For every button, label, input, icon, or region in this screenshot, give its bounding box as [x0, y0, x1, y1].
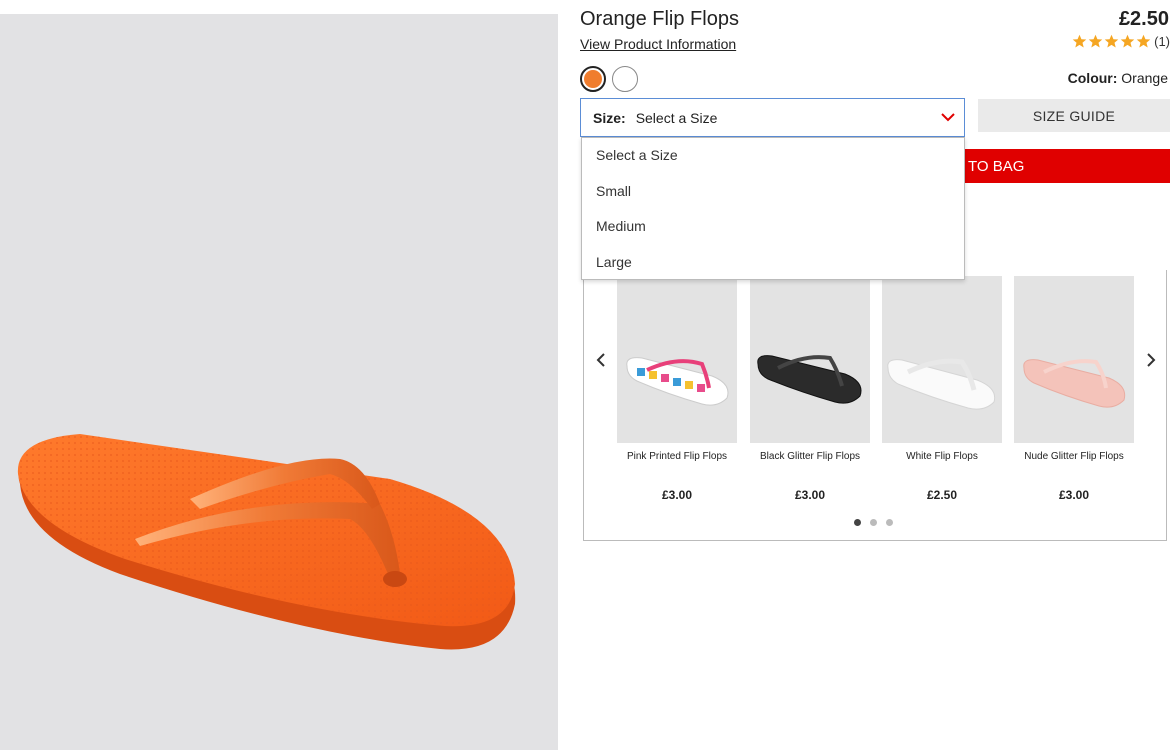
product-card-image[interactable]	[750, 276, 870, 443]
size-select-value: Select a Size	[635, 109, 718, 126]
chevron-down-icon	[941, 113, 955, 122]
colour-swatches	[580, 66, 638, 92]
chevron-right-icon[interactable]	[1144, 352, 1158, 368]
swatch-white[interactable]	[612, 66, 638, 92]
product-card-image[interactable]	[617, 276, 737, 443]
product-card-image[interactable]	[882, 276, 1002, 443]
colour-label-key: Colour:	[1067, 70, 1118, 86]
product-card-name[interactable]: Black Glitter Flip Flops	[750, 451, 870, 462]
colour-label-value: Orange	[1121, 70, 1168, 86]
size-option[interactable]: Medium	[582, 209, 964, 245]
carousel-pagination	[854, 519, 893, 526]
product-card-price: £3.00	[1058, 488, 1090, 502]
carousel-dot[interactable]	[854, 519, 861, 526]
size-select[interactable]: Size: Select a Size	[580, 98, 965, 137]
size-guide-button[interactable]: SIZE GUIDE	[978, 99, 1170, 132]
colour-label: Colour: Orange	[1068, 70, 1168, 86]
star-icon	[1120, 34, 1135, 48]
view-product-information-link[interactable]: View Product Information	[580, 36, 736, 52]
product-card[interactable]: Nude Glitter Flip Flops £3.00	[1014, 276, 1134, 502]
rating[interactable]: (1)	[1072, 34, 1170, 49]
related-products-carousel: Pink Printed Flip Flops £3.00 Black Glit…	[583, 270, 1167, 541]
carousel-dot[interactable]	[886, 519, 893, 526]
white-flip-flop-image	[887, 358, 996, 410]
star-icon	[1088, 34, 1103, 48]
product-card-name[interactable]: Nude Glitter Flip Flops	[1014, 451, 1134, 462]
product-card-price: £2.50	[926, 488, 958, 502]
product-price: £2.50	[1118, 8, 1169, 30]
swatch-orange[interactable]	[580, 66, 606, 92]
product-card-name[interactable]: Pink Printed Flip Flops	[617, 451, 737, 462]
chevron-left-icon[interactable]	[594, 352, 608, 368]
size-dropdown-list: Select a Size Small Medium Large	[581, 137, 965, 280]
pink-printed-flip-flop-image	[626, 357, 729, 406]
orange-flip-flop-image	[17, 434, 516, 650]
add-to-bag-button[interactable]: TO BAG	[940, 149, 1170, 183]
product-card-image[interactable]	[1014, 276, 1134, 443]
star-icon	[1072, 34, 1087, 48]
star-icon	[1136, 34, 1151, 48]
product-card[interactable]: White Flip Flops £2.50	[882, 276, 1002, 502]
size-option[interactable]: Small	[582, 174, 964, 210]
size-option[interactable]: Select a Size	[582, 138, 964, 174]
star-icon	[1104, 34, 1119, 48]
product-title: Orange Flip Flops	[580, 8, 739, 30]
nude-glitter-flip-flop-image	[1023, 359, 1126, 408]
product-card[interactable]: Pink Printed Flip Flops £3.00	[617, 276, 737, 502]
product-card[interactable]: Black Glitter Flip Flops £3.00	[750, 276, 870, 502]
carousel-dot[interactable]	[870, 519, 877, 526]
product-main-image[interactable]	[0, 14, 558, 750]
size-select-label: Size:	[593, 109, 626, 126]
product-card-price: £3.00	[794, 488, 826, 502]
rating-count: (1)	[1154, 34, 1170, 49]
size-option[interactable]: Large	[582, 245, 964, 281]
black-glitter-flip-flop-image	[757, 355, 862, 404]
product-card-price: £3.00	[661, 488, 693, 502]
product-card-name[interactable]: White Flip Flops	[882, 451, 1002, 462]
